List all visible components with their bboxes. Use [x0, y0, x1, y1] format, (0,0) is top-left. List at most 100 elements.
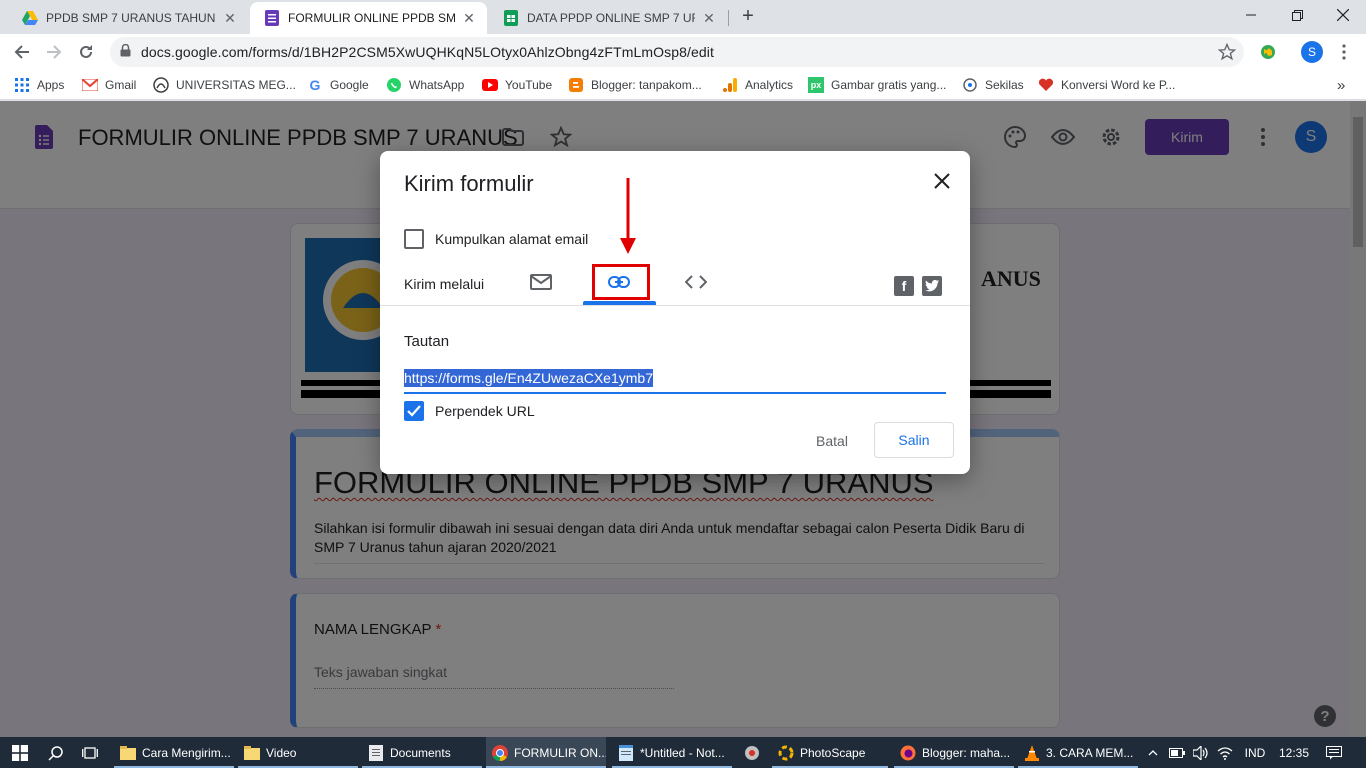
collect-email-option[interactable]: Kumpulkan alamat email: [404, 229, 588, 249]
gmail-icon: [82, 77, 98, 93]
bookmark-sekilas[interactable]: Sekilas: [962, 76, 1024, 94]
bookmark-label: Google: [330, 78, 369, 92]
language-indicator[interactable]: IND: [1238, 737, 1272, 768]
bookmark-label: Konversi Word ke P...: [1061, 78, 1176, 92]
taskbar-item-label: Documents: [390, 745, 451, 760]
task-view-icon[interactable]: [74, 737, 106, 768]
bookmark-analytics[interactable]: Analytics: [722, 76, 793, 94]
firefox-icon: [900, 745, 916, 761]
close-window-button[interactable]: [1320, 4, 1366, 26]
bookmark-google[interactable]: G Google: [307, 76, 369, 94]
whatsapp-icon: [386, 77, 402, 93]
lock-icon: [120, 43, 131, 60]
annotation-arrow-icon: [620, 178, 636, 254]
bookmark-universitas[interactable]: UNIVERSITAS MEG...: [153, 76, 296, 94]
google-forms-icon: [264, 10, 280, 26]
send-via-label: Kirim melalui: [404, 276, 485, 292]
profile-avatar[interactable]: S: [1298, 38, 1326, 66]
bookmark-label: Gambar gratis yang...: [831, 78, 947, 92]
cancel-button[interactable]: Batal: [800, 423, 864, 459]
bookmark-pixabay[interactable]: px Gambar gratis yang...: [808, 76, 946, 94]
bookmark-apps[interactable]: Apps: [14, 76, 64, 94]
shorten-url-label: Perpendek URL: [435, 403, 535, 419]
google-sheets-icon: [503, 10, 519, 26]
address-bar[interactable]: docs.google.com/forms/d/1BH2P2CSM5XwUQHK…: [110, 37, 1244, 67]
taskbar-item-label: FORMULIR ON...: [514, 745, 606, 760]
close-icon[interactable]: [928, 167, 956, 195]
taskbar-item-documents[interactable]: Documents: [362, 737, 482, 768]
notepad-icon: [618, 744, 634, 761]
tab-send-email[interactable]: [505, 263, 577, 303]
tab-send-embed[interactable]: [660, 263, 732, 303]
clock[interactable]: 12:35: [1274, 737, 1314, 768]
chrome-icon: [492, 744, 508, 761]
facebook-icon[interactable]: f: [894, 276, 914, 296]
bookmark-label: WhatsApp: [409, 78, 465, 92]
browser-tab-strip: PPDB SMP 7 URANUS TAHUN 20 ✕ FORMULIR ON…: [0, 0, 1366, 34]
windows-taskbar: Cara Mengirim... Video Documents FORMULI…: [0, 737, 1366, 768]
blogger-icon: [568, 77, 584, 93]
apps-grid-icon: [14, 77, 30, 93]
google-drive-icon: [22, 10, 38, 26]
bookmark-star-icon[interactable]: [1217, 42, 1237, 64]
restore-button[interactable]: [1274, 4, 1320, 26]
tab-data-ppdp[interactable]: DATA PPDP ONLINE SMP 7 URAN ✕: [489, 2, 727, 34]
taskbar-item-label: *Untitled - Not...: [640, 745, 725, 760]
twitter-icon[interactable]: [922, 276, 942, 296]
close-tab-icon[interactable]: ✕: [222, 10, 238, 26]
shorten-url-option[interactable]: Perpendek URL: [404, 401, 535, 421]
wifi-icon[interactable]: [1214, 737, 1236, 768]
bookmark-gmail[interactable]: Gmail: [82, 76, 136, 94]
tab-label: DATA PPDP ONLINE SMP 7 URAN: [527, 11, 695, 25]
copy-button[interactable]: Salin: [874, 422, 954, 458]
collect-email-label: Kumpulkan alamat email: [435, 231, 589, 247]
extension-globe-icon[interactable]: [1254, 38, 1282, 66]
collect-email-checkbox[interactable]: [404, 229, 424, 249]
search-icon[interactable]: [40, 737, 72, 768]
close-tab-icon[interactable]: ✕: [701, 10, 717, 26]
battery-icon[interactable]: [1166, 737, 1188, 768]
bookmark-blogger[interactable]: Blogger: tanpakom...: [568, 76, 702, 94]
new-tab-button[interactable]: +: [737, 5, 759, 27]
taskbar-item-label: Video: [266, 745, 297, 760]
taskbar-item-firefox[interactable]: Blogger: maha...: [894, 737, 1014, 768]
chevron-up-icon[interactable]: [1144, 737, 1162, 768]
link-url-input[interactable]: https://forms.gle/En4ZUwezaCXe1ymb7: [404, 369, 946, 394]
taskbar-item-photoscape[interactable]: PhotoScape: [772, 737, 888, 768]
link-url-value[interactable]: https://forms.gle/En4ZUwezaCXe1ymb7: [404, 369, 653, 387]
link-heading: Tautan: [404, 333, 450, 350]
taskbar-item-notepad[interactable]: *Untitled - Not...: [612, 737, 732, 768]
folder-icon: [244, 745, 260, 761]
university-logo-icon: [153, 77, 169, 93]
dialog-title: Kirim formulir: [404, 171, 534, 196]
url-text: docs.google.com/forms/d/1BH2P2CSM5XwUQHK…: [141, 44, 714, 60]
tab-label: FORMULIR ONLINE PPDB SMP 7: [288, 11, 455, 25]
close-tab-icon[interactable]: ✕: [461, 10, 477, 26]
forward-button[interactable]: [40, 38, 68, 66]
taskbar-item-cara-mengirim[interactable]: Cara Mengirim...: [114, 737, 234, 768]
dialog-divider: [380, 305, 970, 306]
taskbar-item-app[interactable]: [738, 737, 768, 768]
bookmark-whatsapp[interactable]: WhatsApp: [386, 76, 464, 94]
notifications-icon[interactable]: [1318, 737, 1350, 768]
chrome-menu-icon[interactable]: [1330, 38, 1358, 66]
tab-formulir-online[interactable]: FORMULIR ONLINE PPDB SMP 7 ✕: [250, 2, 487, 34]
bookmark-konversi[interactable]: Konversi Word ke P...: [1038, 76, 1175, 94]
shorten-url-checkbox[interactable]: [404, 401, 424, 421]
reload-button[interactable]: [72, 38, 100, 66]
taskbar-item-chrome[interactable]: FORMULIR ON...: [486, 737, 606, 768]
bookmarks-overflow-button[interactable]: »: [1337, 76, 1345, 94]
tab-ppdb-drive[interactable]: PPDB SMP 7 URANUS TAHUN 20 ✕: [8, 2, 248, 34]
volume-icon[interactable]: [1190, 737, 1212, 768]
browser-toolbar: docs.google.com/forms/d/1BH2P2CSM5XwUQHK…: [0, 34, 1366, 70]
start-button[interactable]: [0, 737, 40, 768]
taskbar-item-vlc[interactable]: 3. CARA MEM...: [1018, 737, 1138, 768]
minimize-button[interactable]: [1228, 4, 1274, 26]
mail-icon: [530, 273, 552, 293]
pixabay-icon: px: [808, 77, 824, 93]
bookmark-label: UNIVERSITAS MEG...: [176, 78, 296, 92]
bookmark-label: Apps: [37, 78, 65, 92]
back-button[interactable]: [8, 38, 36, 66]
taskbar-item-video[interactable]: Video: [238, 737, 358, 768]
bookmark-youtube[interactable]: YouTube: [482, 76, 552, 94]
